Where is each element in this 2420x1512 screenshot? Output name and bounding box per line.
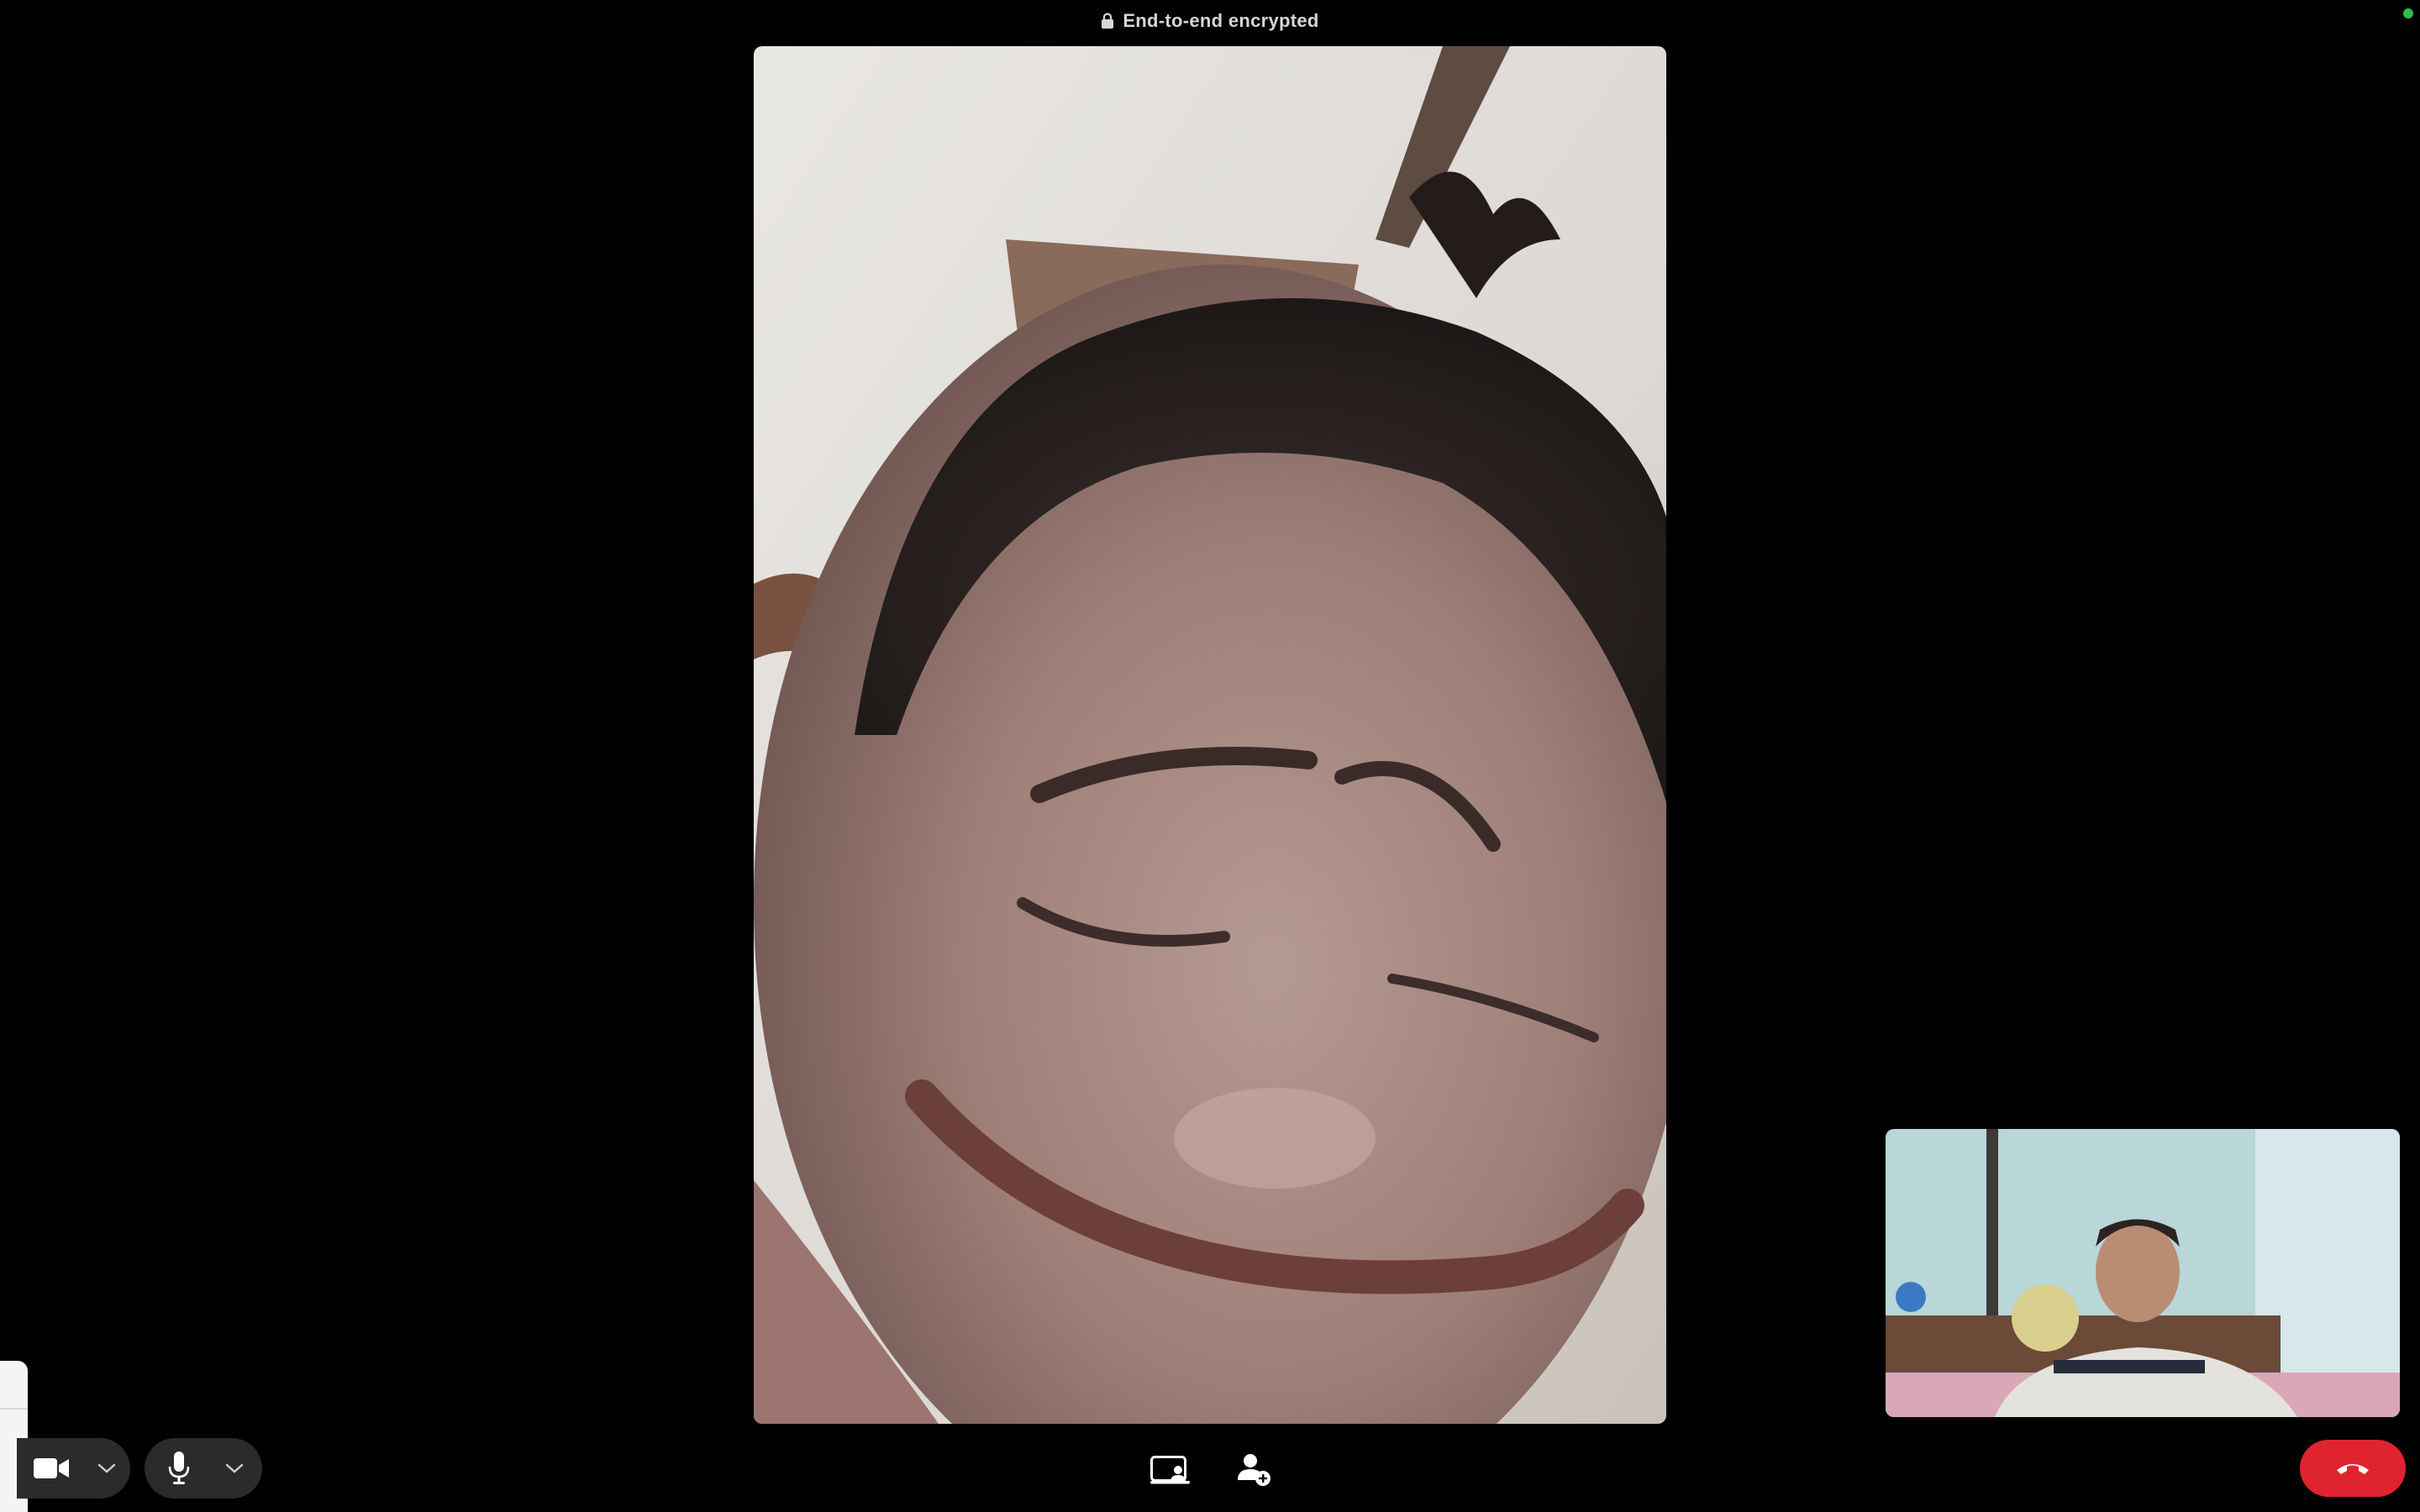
self-preview-video[interactable]	[1886, 1129, 2400, 1417]
encryption-label: End-to-end encrypted	[1123, 10, 1319, 31]
toggle-video-button[interactable]	[17, 1438, 86, 1499]
add-person-icon	[1238, 1454, 1270, 1486]
chevron-down-icon	[97, 1463, 116, 1473]
audio-options-button[interactable]	[213, 1438, 255, 1499]
audio-control-group	[145, 1438, 262, 1499]
screen-share-button[interactable]	[1141, 1445, 1200, 1495]
video-call-window: End-to-end encrypted	[0, 0, 2420, 1512]
phone-hangup-icon	[2337, 1464, 2369, 1474]
encryption-banner: End-to-end encrypted	[0, 10, 2420, 32]
end-call-button[interactable]	[2300, 1440, 2406, 1497]
microphone-icon	[168, 1452, 190, 1484]
video-control-group	[17, 1438, 130, 1499]
add-participant-button[interactable]	[1225, 1445, 1284, 1495]
remote-video	[754, 46, 1666, 1424]
video-camera-icon	[34, 1458, 69, 1478]
lock-icon	[1102, 13, 1114, 29]
side-panel-divider	[0, 1408, 28, 1410]
toggle-mic-button[interactable]	[145, 1438, 213, 1499]
status-indicator	[2403, 8, 2413, 18]
screen-share-icon	[1150, 1456, 1190, 1484]
remote-video-frame	[754, 46, 1666, 1424]
self-preview-frame	[1886, 1129, 2400, 1417]
video-options-button[interactable]	[86, 1438, 128, 1499]
chevron-down-icon	[225, 1463, 244, 1473]
